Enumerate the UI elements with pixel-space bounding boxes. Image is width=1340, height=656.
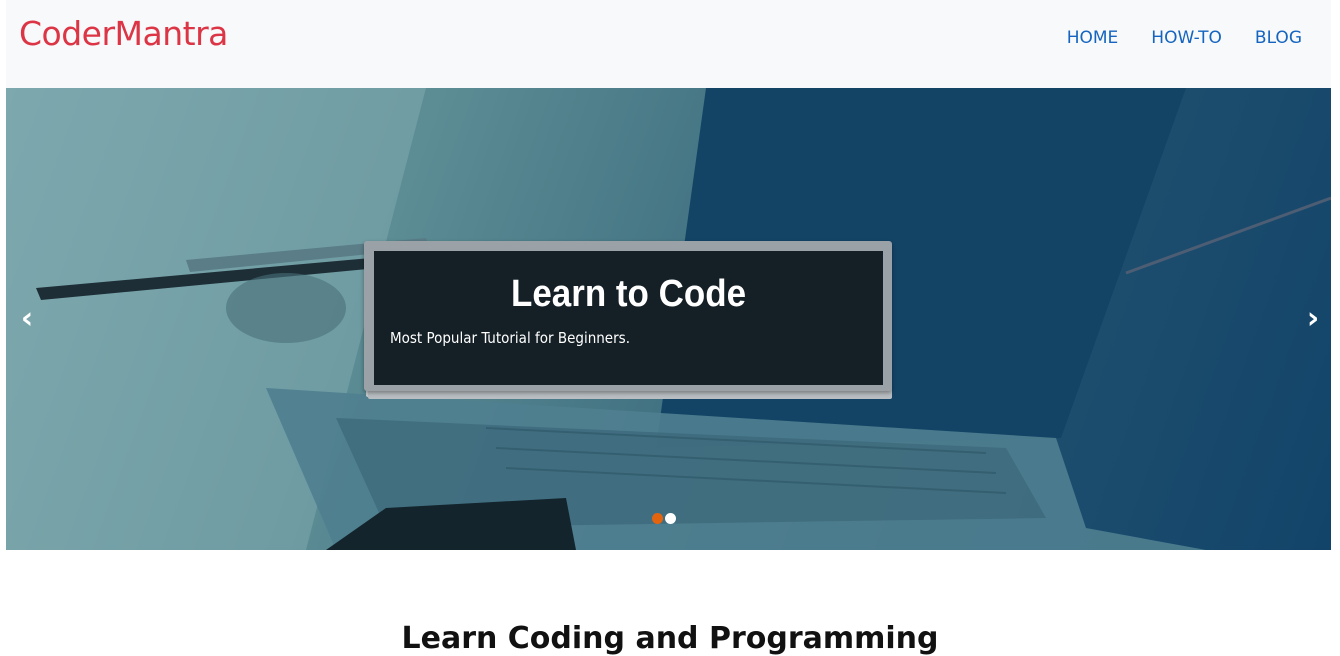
section-heading: Learn Coding and Programming [401,620,939,656]
hero-carousel: ‹ › Learn to Code Most Popular Tutorial … [6,88,1331,550]
chevron-right-icon: › [1306,301,1320,336]
nav-link-how-to[interactable]: HOW-TO [1151,28,1222,48]
nav-link-home[interactable]: HOME [1067,28,1119,48]
navbar: CoderMantra HOME HOW-TO BLOG [6,0,1331,88]
nav-link-blog[interactable]: BLOG [1255,28,1302,48]
carousel-prev-control[interactable]: ‹ [12,304,42,334]
caption-text: Most Popular Tutorial for Beginners. [390,329,630,347]
brand-logo[interactable]: CoderMantra [19,14,228,53]
carousel-indicator-active[interactable] [652,513,663,524]
carousel-indicators [652,513,676,524]
caption-title: Learn to Code [510,273,747,315]
carousel-next-control[interactable]: › [1298,304,1328,334]
nav-menu: HOME HOW-TO BLOG [1063,28,1331,48]
caption-frame: Learn to Code Most Popular Tutorial for … [364,241,892,391]
chevron-left-icon: ‹ [20,301,34,336]
caption-panel: Learn to Code Most Popular Tutorial for … [374,251,883,385]
carousel-indicator[interactable] [665,513,676,524]
carousel-caption: Learn to Code Most Popular Tutorial for … [364,241,892,399]
